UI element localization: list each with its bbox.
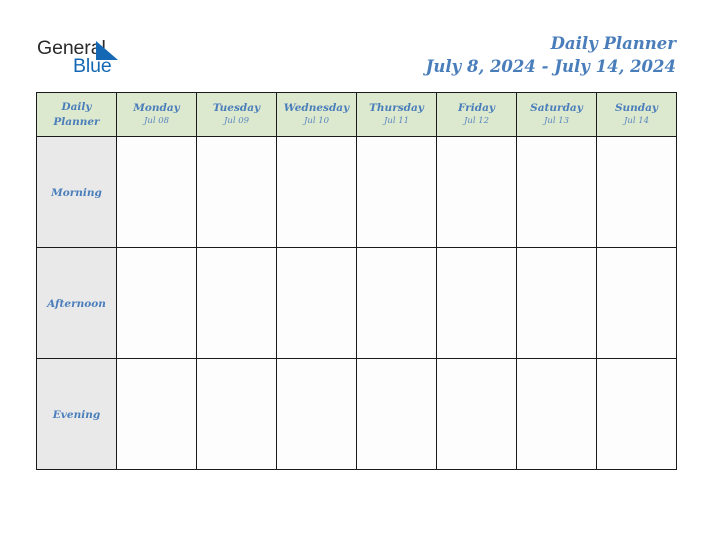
day-header-friday: Friday Jul 12	[436, 92, 517, 137]
day-date: Jul 14	[623, 116, 650, 126]
slot-label-text: Evening	[52, 409, 101, 421]
corner-header-cell: Daily Planner	[36, 92, 117, 137]
day-name: Friday	[457, 102, 496, 114]
planner-cell-morning-tuesday[interactable]	[196, 136, 277, 248]
title-block: Daily Planner July 8, 2024 - July 14, 20…	[426, 33, 676, 79]
table-row-afternoon: Afternoon	[36, 247, 677, 359]
day-header-saturday: Saturday Jul 13	[516, 92, 597, 137]
planner-cell-evening-friday[interactable]	[436, 358, 517, 470]
corner-label-line-one: Daily	[61, 100, 92, 113]
day-name: Tuesday	[212, 102, 261, 114]
slot-label-evening: Evening	[36, 358, 117, 470]
planner-cell-afternoon-saturday[interactable]	[516, 247, 597, 359]
day-header-wednesday: Wednesday Jul 10	[276, 92, 357, 137]
corner-label-line-two: Planner	[53, 115, 100, 128]
day-name: Monday	[133, 102, 180, 114]
planner-cell-afternoon-monday[interactable]	[116, 247, 197, 359]
planner-cell-afternoon-thursday[interactable]	[356, 247, 437, 359]
slot-label-morning: Morning	[36, 136, 117, 248]
day-date: Jul 09	[223, 116, 250, 126]
logo-word-blue: Blue	[73, 55, 112, 77]
planner-cell-evening-saturday[interactable]	[516, 358, 597, 470]
planner-cell-afternoon-wednesday[interactable]	[276, 247, 357, 359]
day-date: Jul 11	[383, 116, 410, 126]
generalblue-logo: General Blue	[37, 38, 167, 84]
planner-cell-morning-thursday[interactable]	[356, 136, 437, 248]
planner-cell-evening-tuesday[interactable]	[196, 358, 277, 470]
planner-cell-evening-sunday[interactable]	[596, 358, 677, 470]
day-date: Jul 08	[143, 116, 170, 126]
planner-cell-afternoon-friday[interactable]	[436, 247, 517, 359]
day-header-sunday: Sunday Jul 14	[596, 92, 677, 137]
day-header-thursday: Thursday Jul 11	[356, 92, 437, 137]
day-date: Jul 10	[303, 116, 330, 126]
slot-label-text: Morning	[51, 187, 102, 199]
planner-cell-evening-monday[interactable]	[116, 358, 197, 470]
table-row-evening: Evening	[36, 358, 677, 470]
day-date: Jul 12	[463, 116, 490, 126]
planner-cell-morning-wednesday[interactable]	[276, 136, 357, 248]
planner-cell-evening-thursday[interactable]	[356, 358, 437, 470]
planner-container: Daily Planner Monday Jul 08 Tuesday Jul …	[36, 92, 677, 470]
planner-cell-morning-saturday[interactable]	[516, 136, 597, 248]
page-title: Daily Planner	[550, 34, 676, 53]
day-header-monday: Monday Jul 08	[116, 92, 197, 137]
planner-cell-evening-wednesday[interactable]	[276, 358, 357, 470]
day-name: Saturday	[530, 102, 583, 114]
day-name: Wednesday	[283, 102, 350, 114]
planner-cell-morning-monday[interactable]	[116, 136, 197, 248]
date-range: July 8, 2024 - July 14, 2024	[425, 57, 676, 76]
planner-cell-afternoon-tuesday[interactable]	[196, 247, 277, 359]
day-date: Jul 13	[543, 116, 570, 126]
weekly-planner-table: Daily Planner Monday Jul 08 Tuesday Jul …	[36, 92, 677, 470]
slot-label-afternoon: Afternoon	[36, 247, 117, 359]
day-name: Thursday	[369, 102, 424, 114]
page-header: General Blue Daily Planner July 8, 2024 …	[0, 0, 712, 92]
table-row-morning: Morning	[36, 136, 677, 248]
day-header-tuesday: Tuesday Jul 09	[196, 92, 277, 137]
planner-cell-afternoon-sunday[interactable]	[596, 247, 677, 359]
day-name: Sunday	[614, 102, 659, 114]
table-header-row: Daily Planner Monday Jul 08 Tuesday Jul …	[36, 92, 677, 137]
slot-label-text: Afternoon	[47, 298, 106, 310]
planner-cell-morning-sunday[interactable]	[596, 136, 677, 248]
planner-cell-morning-friday[interactable]	[436, 136, 517, 248]
